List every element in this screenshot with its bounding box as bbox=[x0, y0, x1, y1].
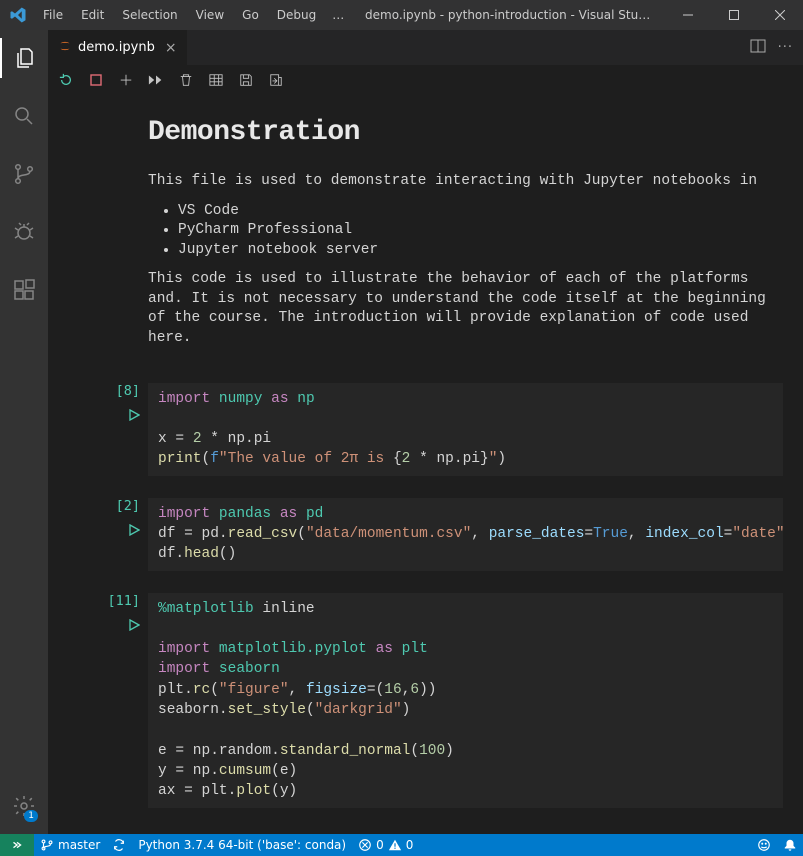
title-bar: File Edit Selection View Go Debug … demo… bbox=[0, 0, 803, 30]
markdown-list: VS Code PyCharm Professional Jupyter not… bbox=[178, 202, 783, 261]
activity-debug[interactable] bbox=[0, 212, 48, 252]
menu-overflow[interactable]: … bbox=[326, 4, 350, 26]
status-problems[interactable]: 0 0 bbox=[352, 834, 419, 856]
code-cell[interactable]: [11] %matplotlib inline import matplotli… bbox=[68, 593, 783, 808]
tab-demo-ipynb[interactable]: demo.ipynb × bbox=[48, 30, 188, 65]
add-cell-button[interactable] bbox=[118, 72, 134, 88]
status-notifications[interactable] bbox=[777, 834, 803, 856]
notebook-toolbar bbox=[48, 65, 803, 93]
maximize-icon bbox=[729, 10, 739, 20]
status-branch[interactable]: master bbox=[34, 834, 106, 856]
save-icon bbox=[239, 73, 253, 87]
split-editor-button[interactable] bbox=[750, 38, 766, 58]
settings-badge: 1 bbox=[24, 810, 38, 822]
sync-icon bbox=[112, 838, 126, 852]
search-icon bbox=[12, 104, 36, 128]
execution-count: [11] bbox=[107, 593, 140, 609]
run-cell-button[interactable] bbox=[124, 619, 140, 635]
menu-selection[interactable]: Selection bbox=[114, 4, 185, 26]
clear-icon bbox=[179, 73, 193, 87]
variables-button[interactable] bbox=[208, 72, 224, 88]
run-all-button[interactable] bbox=[148, 72, 164, 88]
status-sync[interactable] bbox=[106, 834, 132, 856]
window-maximize-button[interactable] bbox=[711, 0, 757, 30]
branch-icon bbox=[12, 162, 36, 186]
code-body[interactable]: %matplotlib inline import matplotlib.pyp… bbox=[148, 593, 783, 808]
list-item: VS Code bbox=[178, 202, 783, 222]
close-icon bbox=[775, 10, 785, 20]
play-icon bbox=[128, 619, 140, 631]
warning-count: 0 bbox=[406, 838, 414, 852]
bell-icon bbox=[783, 838, 797, 852]
bug-icon bbox=[12, 220, 36, 244]
tab-label: demo.ipynb bbox=[78, 40, 155, 55]
play-icon bbox=[128, 409, 140, 421]
activity-search[interactable] bbox=[0, 96, 48, 136]
notebook-body[interactable]: Demonstration This file is used to demon… bbox=[48, 93, 803, 834]
restart-kernel-button[interactable] bbox=[58, 72, 74, 88]
tabs-bar: demo.ipynb × ··· bbox=[48, 30, 803, 65]
run-all-icon bbox=[148, 73, 164, 87]
split-editor-icon bbox=[750, 38, 766, 54]
branch-name: master bbox=[58, 838, 100, 852]
status-feedback[interactable] bbox=[751, 834, 777, 856]
menu-file[interactable]: File bbox=[35, 4, 71, 26]
status-interpreter[interactable]: Python 3.7.4 64-bit ('base': conda) bbox=[132, 834, 352, 856]
branch-icon bbox=[40, 838, 54, 852]
plus-icon bbox=[119, 73, 133, 87]
window-title: demo.ipynb - python-introduction - Visua… bbox=[350, 8, 665, 22]
remote-button[interactable] bbox=[0, 834, 34, 856]
warning-icon bbox=[388, 838, 402, 852]
save-button[interactable] bbox=[238, 72, 254, 88]
stop-icon bbox=[90, 74, 102, 86]
activity-source-control[interactable] bbox=[0, 154, 48, 194]
extensions-icon bbox=[12, 278, 36, 302]
markdown-paragraph: This file is used to demonstrate interac… bbox=[148, 172, 783, 192]
run-cell-button[interactable] bbox=[124, 409, 140, 425]
restart-icon bbox=[59, 73, 73, 87]
clear-outputs-button[interactable] bbox=[178, 72, 194, 88]
editor-more-actions[interactable]: ··· bbox=[778, 40, 793, 55]
status-bar: master Python 3.7.4 64-bit ('base': cond… bbox=[0, 834, 803, 856]
error-icon bbox=[358, 838, 372, 852]
menu-debug[interactable]: Debug bbox=[269, 4, 324, 26]
activity-extensions[interactable] bbox=[0, 270, 48, 310]
remote-icon bbox=[10, 838, 24, 852]
export-icon bbox=[269, 73, 283, 87]
export-button[interactable] bbox=[268, 72, 284, 88]
list-item: Jupyter notebook server bbox=[178, 241, 783, 261]
play-icon bbox=[128, 524, 140, 536]
code-cell[interactable]: [8] import numpy as np x = 2 * np.pi pri… bbox=[68, 383, 783, 476]
files-icon bbox=[13, 46, 37, 70]
code-body[interactable]: import pandas as pd df = pd.read_csv("da… bbox=[148, 498, 783, 571]
menu-edit[interactable]: Edit bbox=[73, 4, 112, 26]
list-item: PyCharm Professional bbox=[178, 221, 783, 241]
execution-count: [2] bbox=[116, 498, 140, 514]
activity-explorer[interactable] bbox=[0, 38, 48, 78]
jupyter-file-icon bbox=[58, 39, 72, 56]
menu-bar: File Edit Selection View Go Debug … bbox=[35, 4, 350, 26]
interpreter-label: Python 3.7.4 64-bit ('base': conda) bbox=[138, 838, 346, 852]
error-count: 0 bbox=[376, 838, 384, 852]
tab-close-icon[interactable]: × bbox=[165, 40, 177, 56]
vscode-logo-icon bbox=[0, 6, 35, 24]
run-cell-button[interactable] bbox=[124, 524, 140, 540]
activity-bar: 1 bbox=[0, 30, 48, 834]
execution-count: [8] bbox=[116, 383, 140, 399]
table-icon bbox=[209, 73, 223, 87]
minimize-icon bbox=[683, 10, 693, 20]
window-close-button[interactable] bbox=[757, 0, 803, 30]
code-cell[interactable]: [2] import pandas as pd df = pd.read_csv… bbox=[68, 498, 783, 571]
interrupt-kernel-button[interactable] bbox=[88, 72, 104, 88]
markdown-paragraph: This code is used to illustrate the beha… bbox=[148, 270, 783, 348]
markdown-cell[interactable]: Demonstration This file is used to demon… bbox=[68, 117, 783, 383]
editor-group: demo.ipynb × ··· bbox=[48, 30, 803, 834]
menu-view[interactable]: View bbox=[188, 4, 232, 26]
window-minimize-button[interactable] bbox=[665, 0, 711, 30]
menu-go[interactable]: Go bbox=[234, 4, 267, 26]
smiley-icon bbox=[757, 838, 771, 852]
markdown-heading: Demonstration bbox=[148, 117, 783, 148]
activity-settings[interactable]: 1 bbox=[0, 786, 48, 826]
code-body[interactable]: import numpy as np x = 2 * np.pi print(f… bbox=[148, 383, 783, 476]
